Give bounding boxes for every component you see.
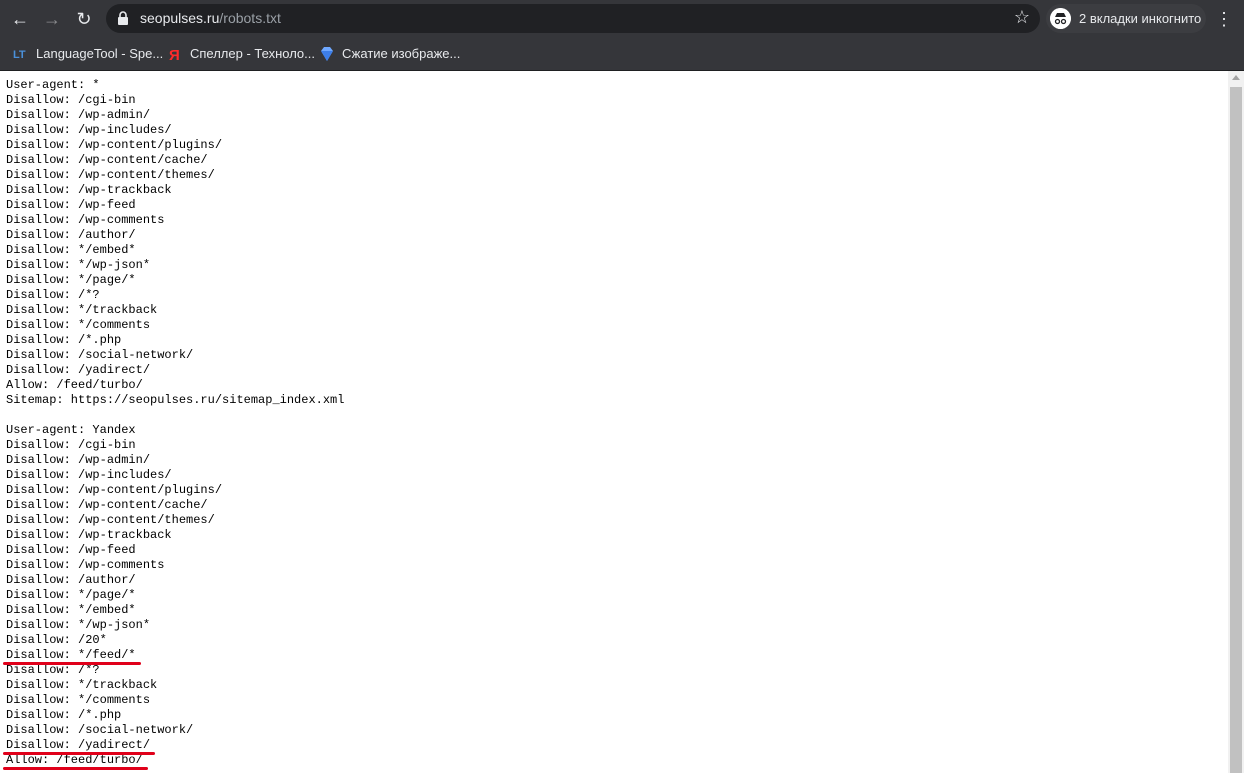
robots-line: Disallow: */feed/* — [6, 648, 136, 662]
robots-line: Disallow: */page/* — [6, 273, 136, 287]
arrow-left-icon: ← — [11, 9, 29, 29]
robots-line: Disallow: /wp-feed — [6, 543, 136, 557]
robots-line: Disallow: /wp-content/plugins/ — [6, 483, 223, 497]
address-bar[interactable]: seopulses.ru/robots.txt ☆ — [106, 4, 1040, 33]
robots-line: Disallow: /wp-content/cache/ — [6, 153, 208, 167]
robots-line: Disallow: /wp-content/themes/ — [6, 168, 215, 182]
forward-button[interactable]: → — [37, 4, 67, 34]
bookmark-image-compress[interactable]: Сжатие изображе... — [318, 43, 460, 65]
robots-line: Disallow: /author/ — [6, 573, 136, 587]
robots-line: Disallow: /wp-includes/ — [6, 123, 172, 137]
robots-line: User-agent: * — [6, 78, 100, 92]
robots-line — [6, 408, 344, 423]
bookmark-label: Сжатие изображе... — [342, 46, 461, 61]
arrow-right-icon: → — [43, 9, 61, 29]
robots-line: Disallow: */comments — [6, 318, 151, 332]
robots-line: Disallow: /wp-comments — [6, 213, 165, 227]
robots-line: Disallow: /wp-admin/ — [6, 108, 151, 122]
svg-text:LT: LT — [13, 49, 26, 61]
lock-icon — [118, 11, 128, 25]
robots-line: Disallow: /wp-admin/ — [6, 453, 151, 467]
robots-line: Disallow: /wp-feed — [6, 198, 136, 212]
bookmark-star-icon[interactable]: ☆ — [1014, 7, 1030, 28]
incognito-indicator[interactable]: 2 вкладки инкогнито — [1046, 4, 1206, 33]
robots-line: Allow: /feed/turbo/ — [6, 378, 143, 392]
robots-line: Disallow: /*? — [6, 663, 100, 677]
yandex-icon: Я — [169, 47, 180, 62]
robots-line: Disallow: */trackback — [6, 678, 158, 692]
kebab-menu-icon: ⋮ — [1215, 9, 1233, 29]
robots-line: Disallow: /cgi-bin — [6, 93, 136, 107]
robots-line: Disallow: /social-network/ — [6, 348, 194, 362]
vertical-scrollbar[interactable] — [1228, 71, 1244, 773]
robots-line: Disallow: */embed* — [6, 243, 136, 257]
robots-line: Disallow: /yadirect/ — [6, 738, 151, 752]
incognito-label: 2 вкладки инкогнито — [1079, 11, 1202, 26]
scroll-up-arrow-icon[interactable] — [1232, 75, 1240, 80]
robots-line: Disallow: */comments — [6, 693, 151, 707]
robots-line: Disallow: /wp-trackback — [6, 183, 172, 197]
bookmark-label: LanguageTool - Spe... — [36, 46, 164, 61]
red-underline — [3, 767, 148, 770]
bookmark-languagetool[interactable]: LT LanguageTool - Spe... — [12, 43, 163, 65]
robots-line: Disallow: /wp-content/cache/ — [6, 498, 208, 512]
red-underline — [3, 662, 141, 665]
robots-line: Disallow: /wp-includes/ — [6, 468, 172, 482]
robots-line: Disallow: /*.php — [6, 708, 122, 722]
robots-line: Disallow: /wp-trackback — [6, 528, 172, 542]
robots-line: Disallow: */wp-json* — [6, 258, 151, 272]
robots-line: User-agent: Yandex — [6, 423, 136, 437]
red-underline — [3, 752, 155, 755]
bookmark-speller[interactable]: Я Спеллер - Техноло... — [166, 43, 315, 65]
robots-line: Disallow: /*.php — [6, 333, 122, 347]
robots-line: Disallow: /wp-comments — [6, 558, 165, 572]
reload-button[interactable]: ↻ — [69, 4, 99, 34]
url-text: seopulses.ru/robots.txt — [140, 10, 281, 26]
robots-line: Disallow: /wp-content/themes/ — [6, 513, 215, 527]
page-content: User-agent: * Disallow: /cgi-bin Disallow:… — [0, 71, 1228, 773]
svg-text:Я: Я — [169, 47, 180, 62]
robots-line: Allow: /feed/turbo/ — [6, 753, 143, 767]
browser-menu-button[interactable]: ⋮ — [1214, 4, 1234, 34]
reload-icon: ↻ — [76, 9, 92, 29]
robots-line: Disallow: /yadirect/ — [6, 363, 151, 377]
incognito-icon — [1050, 8, 1071, 29]
url-path: /robots.txt — [219, 10, 281, 26]
robots-line: Disallow: /*? — [6, 288, 100, 302]
robots-line: Disallow: /author/ — [6, 228, 136, 242]
back-button[interactable]: ← — [5, 4, 35, 34]
scrollbar-thumb[interactable] — [1230, 87, 1242, 773]
robots-line: Disallow: */embed* — [6, 603, 136, 617]
robots-line: Sitemap: https://seopulses.ru/sitemap_in… — [6, 393, 345, 407]
browser-toolbar: ← → ↻ seopulses.ru/robots.txt ☆ 2 вкладк… — [0, 0, 1244, 37]
robots-line: Disallow: /wp-content/plugins/ — [6, 138, 223, 152]
bookmarks-bar: LT LanguageTool - Spe... Я Спеллер - Тех… — [0, 37, 1244, 71]
robots-line: Disallow: */page/* — [6, 588, 136, 602]
bookmark-label: Спеллер - Техноло... — [190, 46, 315, 61]
robots-line: Disallow: /20* — [6, 633, 107, 647]
robots-line: Disallow: */trackback — [6, 303, 158, 317]
robots-line: Disallow: /cgi-bin — [6, 438, 136, 452]
robots-line: Disallow: */wp-json* — [6, 618, 151, 632]
url-host: seopulses.ru — [140, 10, 220, 26]
diamond-icon — [321, 46, 333, 61]
languagetool-icon: LT — [12, 45, 30, 62]
robots-line: Disallow: /social-network/ — [6, 723, 194, 737]
